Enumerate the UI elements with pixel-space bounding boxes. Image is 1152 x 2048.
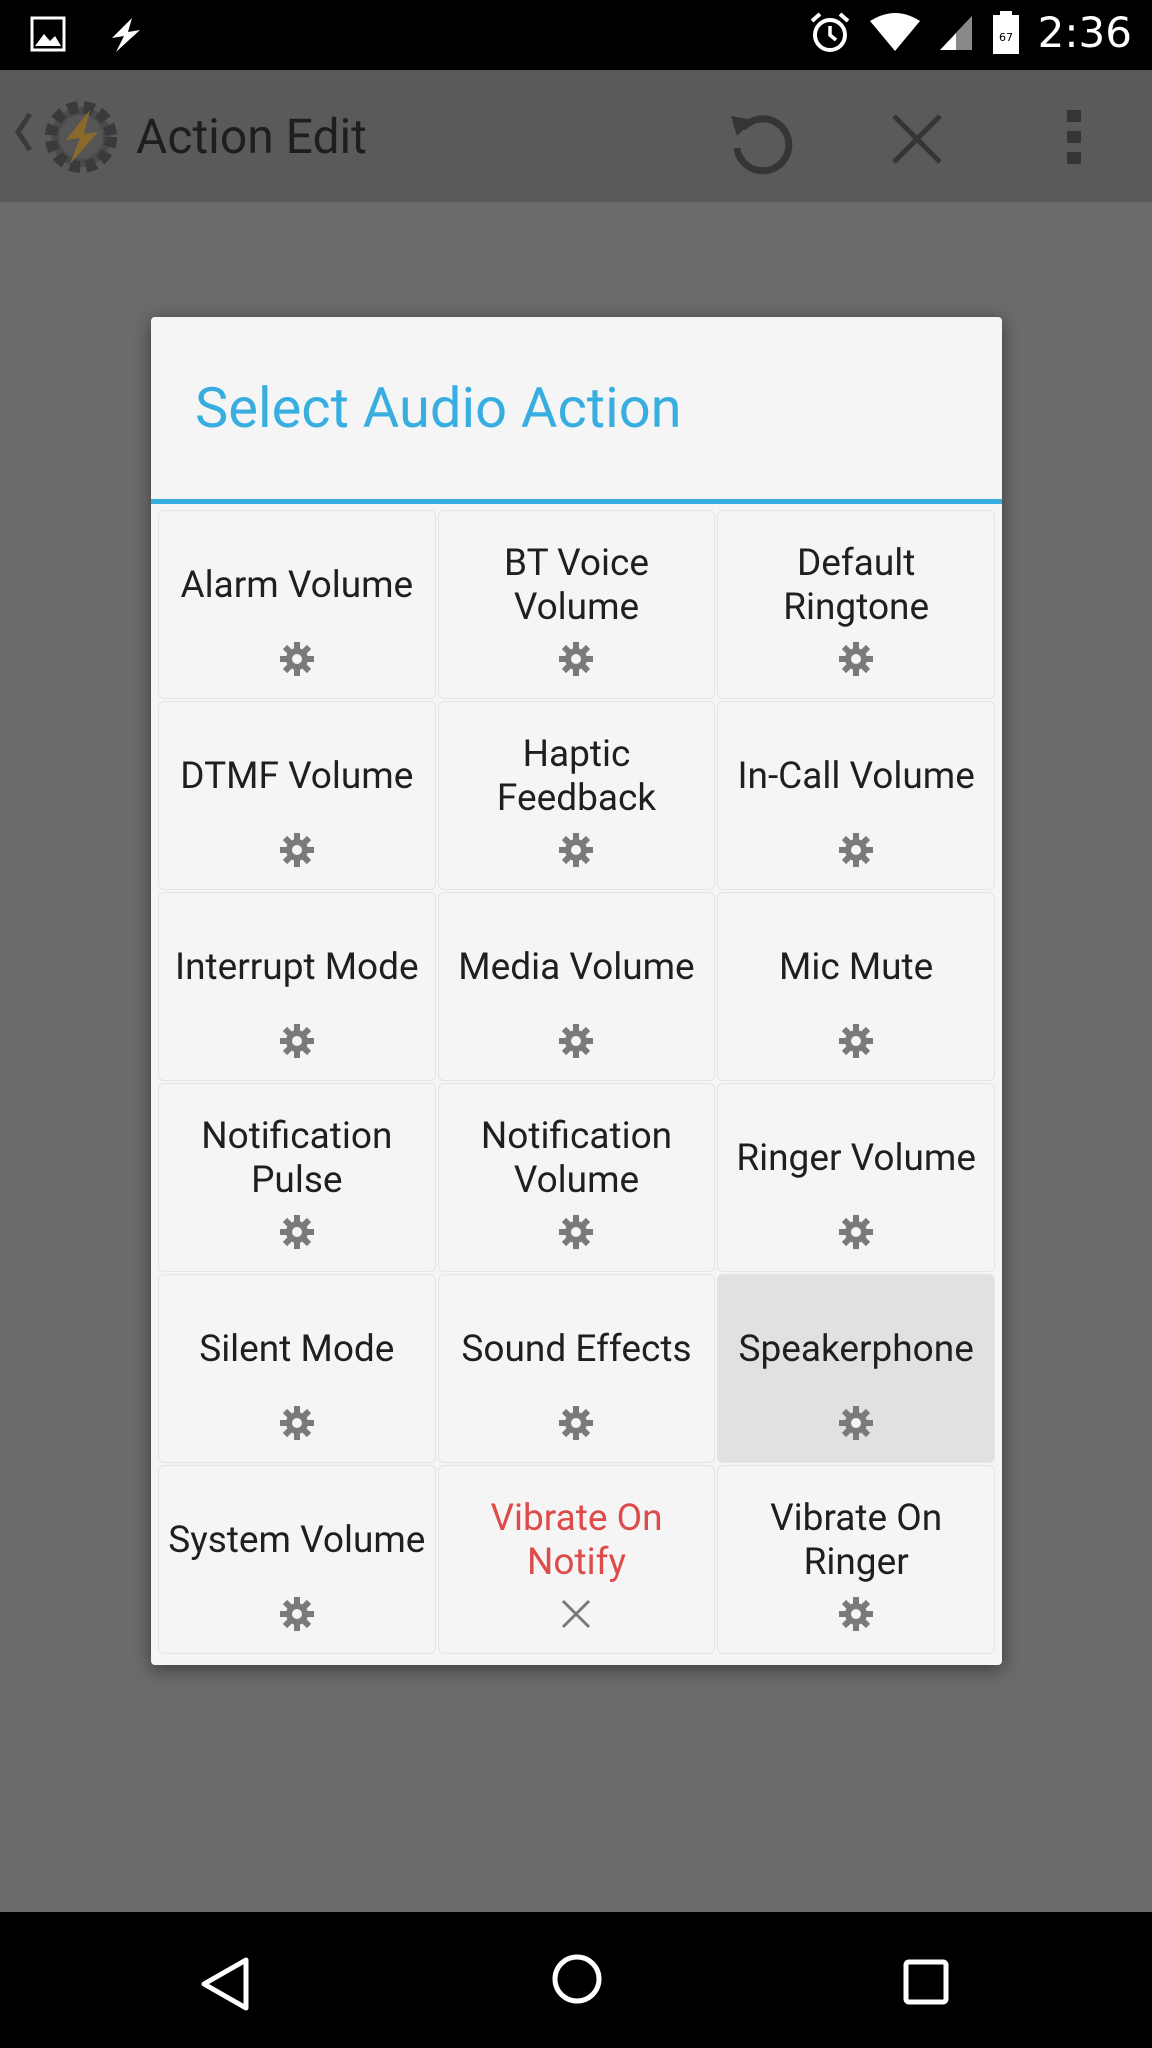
- action-label: Notification Pulse: [201, 1115, 393, 1202]
- gear-icon: [838, 1023, 874, 1059]
- gear-icon: [558, 1214, 594, 1250]
- action-system-volume[interactable]: System Volume: [158, 1465, 436, 1654]
- action-label: Vibrate On Ringer: [770, 1497, 943, 1584]
- alarm-icon: [808, 11, 852, 55]
- nav-back-icon[interactable]: [196, 1954, 252, 2018]
- x-icon: [558, 1596, 594, 1632]
- action-label: Speakerphone: [738, 1328, 974, 1371]
- action-label: Vibrate On Notify: [490, 1497, 663, 1584]
- gear-icon: [558, 641, 594, 677]
- action-haptic-feedback[interactable]: Haptic Feedback: [437, 701, 716, 890]
- action-label: BT Voice Volume: [504, 542, 649, 629]
- undo-icon[interactable]: [725, 106, 795, 180]
- image-icon: [30, 16, 66, 54]
- gear-icon: [279, 1023, 315, 1059]
- gear-icon: [279, 641, 315, 677]
- action-notification-pulse[interactable]: Notification Pulse: [158, 1083, 436, 1272]
- nav-recents-icon[interactable]: [902, 1958, 950, 2010]
- action-label: Alarm Volume: [180, 564, 414, 607]
- tasker-logo-icon: [40, 96, 122, 182]
- action-interrupt-mode[interactable]: Interrupt Mode: [158, 892, 436, 1081]
- action-mic-mute[interactable]: Mic Mute: [717, 892, 995, 1081]
- status-bar: 67 2:36: [0, 0, 1152, 70]
- dialog-divider: [151, 499, 1002, 504]
- clock-time: 2:36: [1037, 8, 1132, 57]
- action-sound-effects[interactable]: Sound Effects: [437, 1274, 716, 1463]
- gear-icon: [838, 1214, 874, 1250]
- action-label: Default Ringtone: [783, 542, 930, 629]
- gear-icon: [279, 1405, 315, 1441]
- dialog-header: Select Audio Action: [151, 317, 1002, 499]
- action-label: Sound Effects: [461, 1328, 692, 1371]
- action-label: Media Volume: [458, 946, 695, 989]
- wifi-icon: [869, 12, 920, 53]
- back-caret-icon[interactable]: [12, 110, 34, 158]
- gear-icon: [558, 832, 594, 868]
- action-label: Notification Volume: [480, 1115, 673, 1202]
- page-title: Action Edit: [136, 108, 367, 165]
- gear-icon: [838, 1596, 874, 1632]
- action-media-volume[interactable]: Media Volume: [437, 892, 716, 1081]
- action-label: Mic Mute: [779, 946, 934, 989]
- gear-icon: [838, 1405, 874, 1441]
- action-alarm-volume[interactable]: Alarm Volume: [158, 510, 436, 699]
- action-grid: Alarm Volume BT Voice Volume Default Ringt…: [157, 509, 996, 1655]
- action-bar: Action Edit: [0, 70, 1152, 202]
- action-in-call-volume[interactable]: In-Call Volume: [717, 701, 995, 890]
- gear-icon: [838, 641, 874, 677]
- action-label: Ringer Volume: [736, 1137, 976, 1180]
- dialog-title: Select Audio Action: [195, 375, 682, 441]
- signal-icon: [938, 14, 974, 52]
- action-label: System Volume: [168, 1519, 426, 1562]
- action-dtmf-volume[interactable]: DTMF Volume: [158, 701, 436, 890]
- gear-icon: [279, 1214, 315, 1250]
- gear-icon: [558, 1023, 594, 1059]
- action-label: Interrupt Mode: [175, 946, 419, 989]
- nav-home-icon[interactable]: [550, 1952, 604, 2010]
- action-vibrate-on-ringer[interactable]: Vibrate On Ringer: [717, 1465, 995, 1654]
- action-ringer-volume[interactable]: Ringer Volume: [717, 1083, 995, 1272]
- action-speakerphone[interactable]: Speakerphone: [717, 1274, 995, 1463]
- gear-icon: [558, 1405, 594, 1441]
- battery-icon: 67: [992, 10, 1020, 55]
- action-notification-volume[interactable]: Notification Volume: [437, 1083, 716, 1272]
- action-label: Silent Mode: [199, 1328, 395, 1371]
- navigation-bar: [0, 1912, 1152, 2048]
- action-label: DTMF Volume: [180, 755, 414, 798]
- action-label: Haptic Feedback: [496, 733, 657, 820]
- close-icon[interactable]: [888, 110, 946, 172]
- action-silent-mode[interactable]: Silent Mode: [158, 1274, 436, 1463]
- action-label: In-Call Volume: [737, 755, 975, 798]
- gear-icon: [279, 1596, 315, 1632]
- action-bt-voice-volume[interactable]: BT Voice Volume: [437, 510, 716, 699]
- overflow-menu-icon[interactable]: [1062, 106, 1086, 172]
- gear-icon: [279, 832, 315, 868]
- tasker-flash-icon: [106, 16, 146, 54]
- action-default-ringtone[interactable]: Default Ringtone: [717, 510, 995, 699]
- svg-text:67: 67: [999, 31, 1013, 44]
- action-vibrate-on-notify[interactable]: Vibrate On Notify: [437, 1465, 716, 1654]
- select-audio-action-dialog: Select Audio Action Alarm Volume BT Voice…: [151, 317, 1002, 1665]
- gear-icon: [838, 832, 874, 868]
